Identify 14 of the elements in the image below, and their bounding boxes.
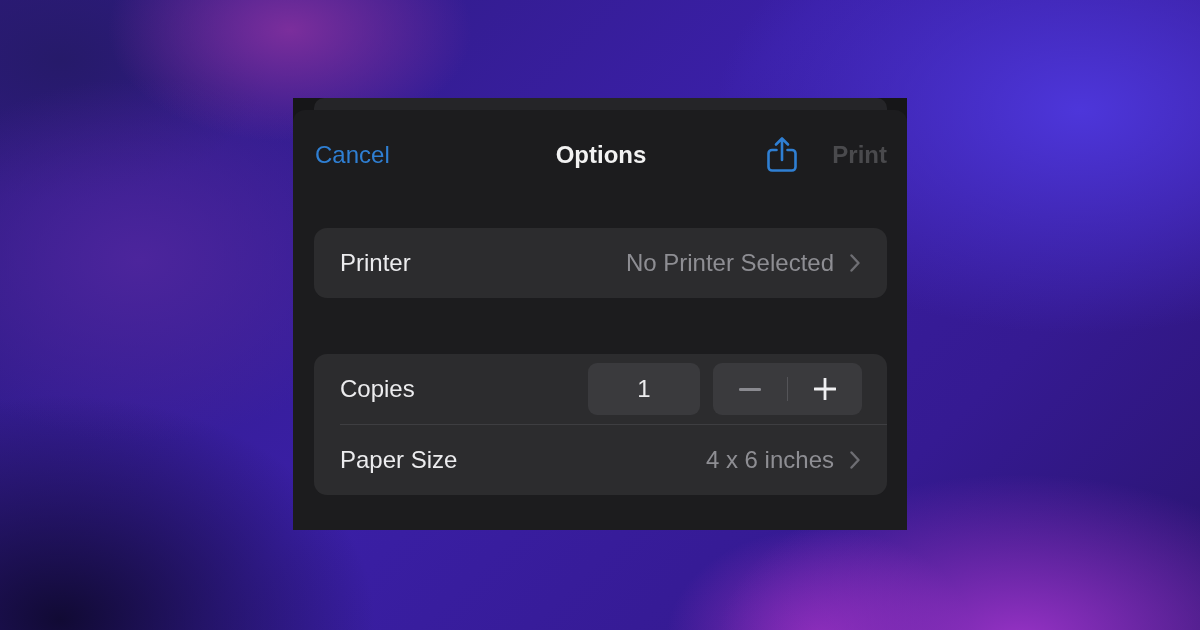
sheet-title: Options bbox=[555, 140, 647, 170]
chevron-icon bbox=[850, 254, 860, 272]
setting-label: Paper Size bbox=[340, 445, 458, 475]
share-button[interactable] bbox=[766, 136, 799, 174]
chevron-icon bbox=[850, 451, 860, 469]
minus-icon bbox=[739, 387, 761, 391]
copies-field[interactable]: 1 bbox=[588, 363, 700, 415]
setting-value: No Printer Selected bbox=[625, 248, 834, 278]
share-icon bbox=[766, 136, 799, 174]
setting-label: Printer bbox=[340, 248, 411, 278]
plus-icon bbox=[814, 378, 836, 400]
setting-label: Copies bbox=[340, 374, 415, 404]
cancel-button[interactable]: Cancel bbox=[315, 140, 390, 170]
setting-value: 4 x 6 inches bbox=[705, 445, 834, 475]
